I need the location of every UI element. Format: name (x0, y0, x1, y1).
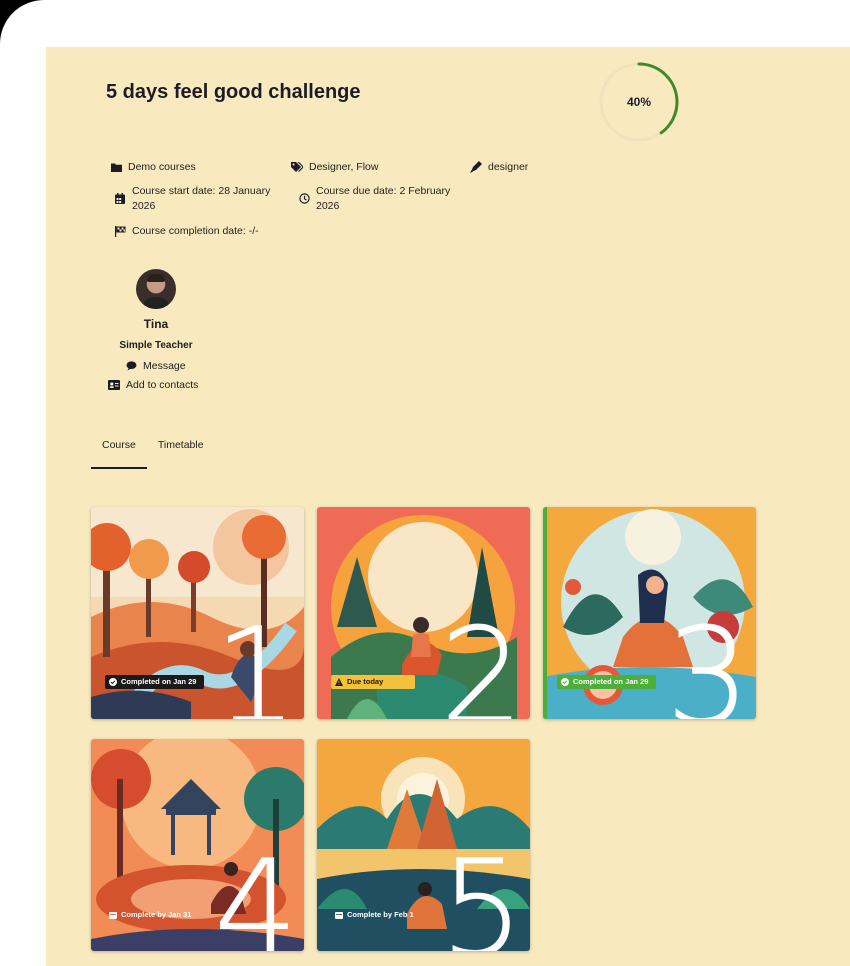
message-label: Message (143, 360, 186, 372)
tab-timetable[interactable]: Timetable (147, 435, 215, 469)
lesson-card-3[interactable]: Completed on Jan 29 3 (543, 507, 756, 719)
lesson-status-badge: Completed on Jan 29 (557, 675, 657, 689)
flag-icon (114, 225, 126, 237)
lesson-status-badge: Complete by Feb 1 (331, 908, 422, 922)
chat-icon (126, 361, 137, 371)
lesson-status-badge: Due today (331, 675, 415, 689)
lesson-status-text: Completed on Jan 29 (573, 677, 649, 686)
clock-icon (298, 192, 310, 204)
meta-tags-text: Designer, Flow (309, 161, 379, 173)
avatar[interactable] (136, 269, 176, 309)
lesson-card-4[interactable]: 4 Complete by Jan 31 (91, 739, 304, 951)
folder-icon (110, 161, 122, 173)
completed-accent-bar (543, 507, 547, 719)
meta-start-date-text: Course start date: 28 January 2026 (132, 185, 271, 212)
lesson-card-2[interactable]: 2 Due today (317, 507, 530, 719)
lesson-number: 3 (666, 600, 751, 720)
device-screen: 5 days feel good challenge 40% Demo cour… (0, 0, 850, 966)
meta-author-text: designer (488, 161, 529, 173)
tab-course[interactable]: Course (91, 435, 147, 469)
meta-tags[interactable]: Designer, Flow (291, 160, 378, 175)
meta-due-date: Course due date: 2 February 2026 (298, 184, 468, 214)
meta-due-date-text: Course due date: 2 February 2026 (316, 185, 451, 212)
lesson-card-1[interactable]: 1 Completed on Jan 29 (91, 507, 304, 719)
teacher-name[interactable]: Tina (106, 317, 206, 331)
message-link[interactable]: Message (126, 360, 186, 372)
page-title: 5 days feel good challenge (106, 81, 361, 103)
progress-percent: 40% (626, 95, 652, 109)
teacher-role: Simple Teacher (119, 340, 193, 351)
warning-icon (335, 678, 343, 686)
pen-icon (470, 161, 482, 173)
calendar-icon (109, 911, 117, 919)
contact-card-icon (108, 380, 120, 390)
lesson-card-5[interactable]: 5 Complete by Feb 1 (317, 739, 530, 951)
check-circle-icon (109, 678, 117, 686)
lesson-number: 2 (440, 600, 525, 720)
lesson-status-badge: Completed on Jan 29 (105, 675, 205, 689)
lesson-status-text: Due today (347, 677, 384, 686)
lesson-number: 5 (440, 832, 525, 952)
meta-start-date: Course start date: 28 January 2026 (114, 184, 284, 214)
check-circle-icon (561, 678, 569, 686)
meta-completion-date: Course completion date: -/- (114, 224, 259, 239)
meta-category[interactable]: Demo courses (110, 160, 196, 175)
tags-icon (291, 161, 303, 173)
course-page: 5 days feel good challenge 40% Demo cour… (46, 47, 850, 966)
lesson-status-text: Complete by Jan 31 (121, 910, 192, 919)
lesson-status-badge: Complete by Jan 31 (105, 908, 199, 922)
add-to-contacts-link[interactable]: Add to contacts (108, 379, 198, 391)
meta-completion-date-text: Course completion date: -/- (132, 225, 259, 237)
tab-bar: Course Timetable (91, 435, 215, 469)
lesson-number: 1 (214, 600, 299, 720)
progress-ring: 40% (598, 61, 680, 143)
lesson-status-text: Complete by Feb 1 (347, 910, 414, 919)
meta-author[interactable]: designer (470, 160, 528, 175)
meta-category-text: Demo courses (128, 161, 196, 173)
lesson-status-text: Completed on Jan 29 (121, 677, 197, 686)
calendar-icon (114, 192, 126, 204)
calendar-icon (335, 911, 343, 919)
add-to-contacts-label: Add to contacts (126, 379, 199, 391)
lesson-number: 4 (214, 832, 299, 952)
